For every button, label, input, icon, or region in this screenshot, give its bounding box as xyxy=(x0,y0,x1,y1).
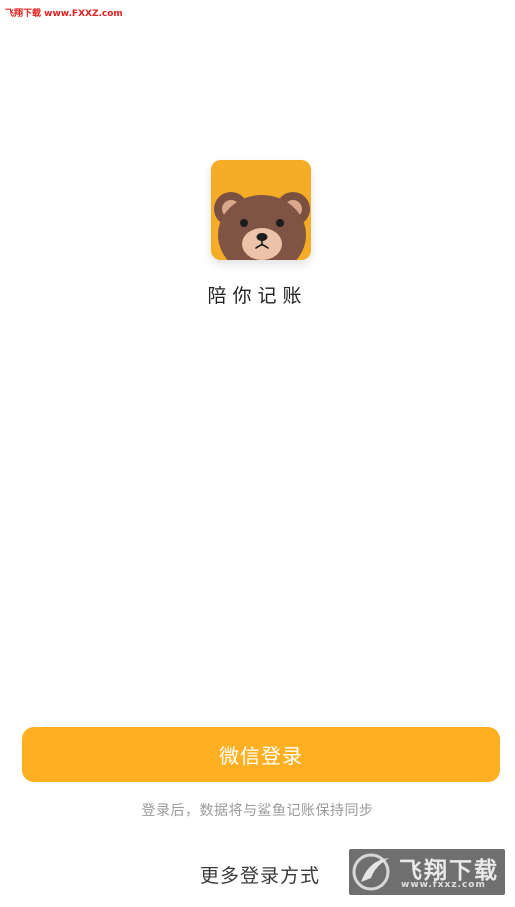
app-logo xyxy=(211,160,311,260)
watermark-badge-url: www.fxxz.com xyxy=(401,880,486,890)
wechat-login-label: 微信登录 xyxy=(219,746,303,768)
wechat-login-button[interactable]: 微信登录 xyxy=(22,727,500,782)
watermark-top-text: 飞翔下载 www.FXXZ.com xyxy=(5,9,123,19)
app-name: 陪你记账 xyxy=(207,285,308,307)
more-login-methods-link[interactable]: 更多登录方式 xyxy=(200,861,320,888)
bear-face-icon xyxy=(211,160,311,260)
sync-hint-text: 登录后，数据将与鲨鱼记账保持同步 xyxy=(141,803,374,819)
watermark-badge: 飞翔下载 www.fxxz.com xyxy=(349,849,505,895)
watermark-logo-icon xyxy=(352,853,390,891)
